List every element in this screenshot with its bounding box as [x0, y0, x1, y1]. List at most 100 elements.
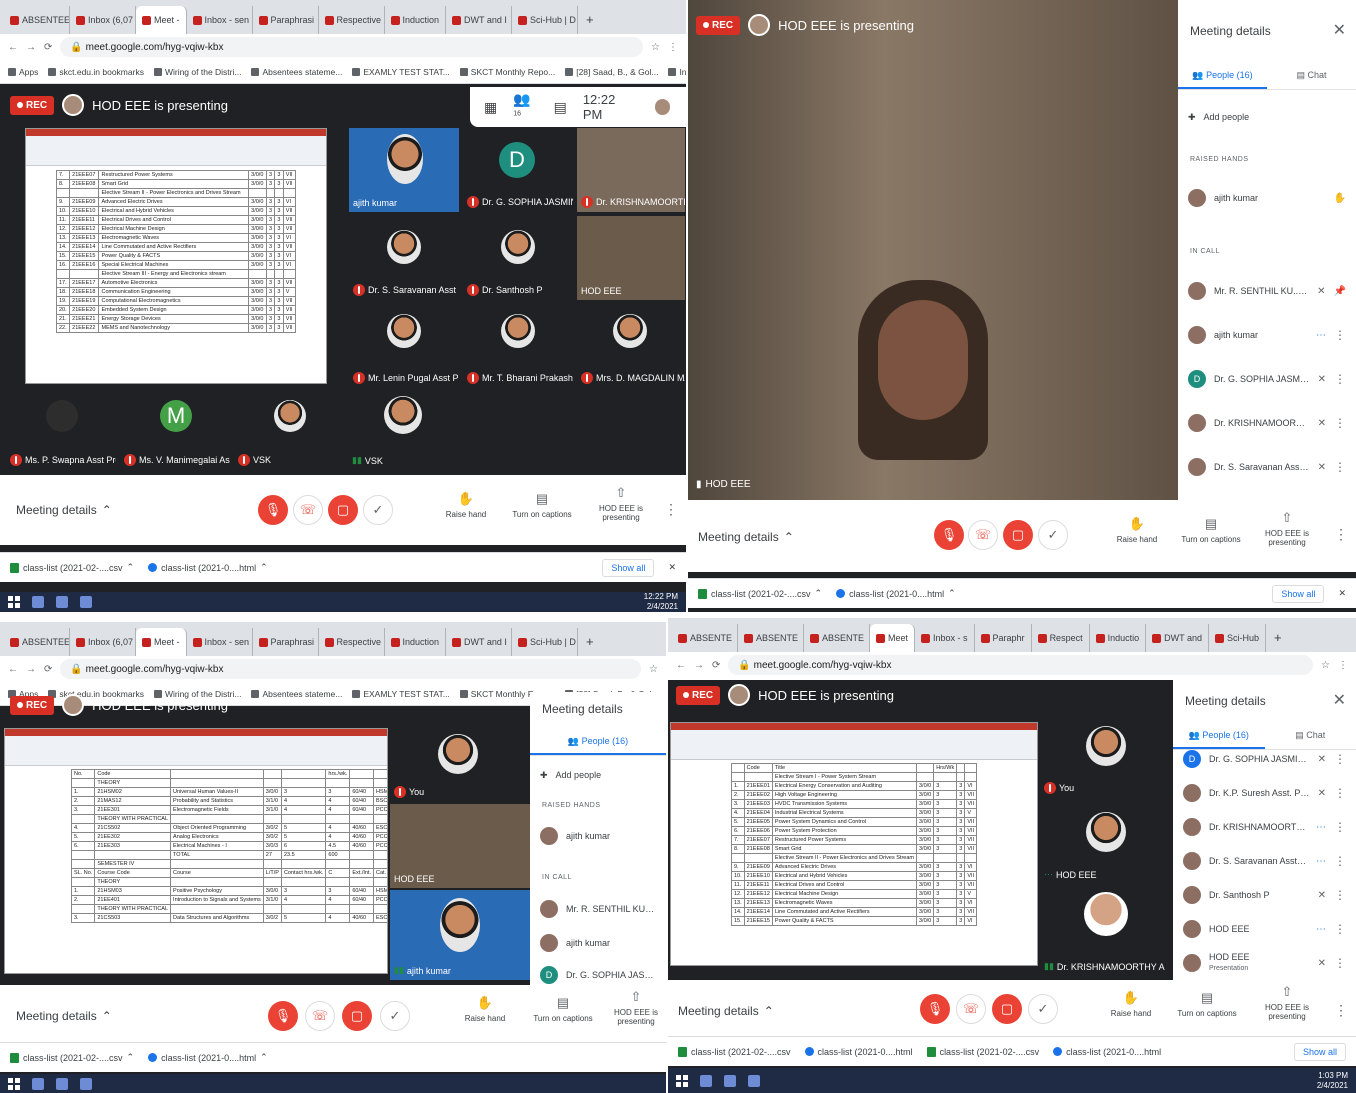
people-icon[interactable]: 👥16	[513, 91, 537, 124]
back-icon[interactable]: ←	[8, 42, 18, 53]
tile-swapna[interactable]: Ms. P. Swapna Asst Prof E...	[6, 392, 116, 470]
browser-tab[interactable]: DWT and	[1146, 624, 1209, 652]
meeting-details-button[interactable]: Meeting details ⌃	[16, 503, 112, 517]
star-icon[interactable]: ☆	[649, 664, 658, 675]
bookmark-item[interactable]: Apps	[8, 67, 38, 77]
browser-tab[interactable]: Meet -	[136, 628, 187, 656]
mic-toggle-button[interactable]: 🎙	[258, 495, 288, 525]
show-all-button[interactable]: Show all	[602, 558, 655, 577]
download-item[interactable]: class-list (2021-02-....csv ⌃	[10, 1052, 134, 1063]
menu-icon[interactable]: ⋮	[668, 42, 678, 53]
forward-icon[interactable]: →	[26, 664, 36, 675]
download-item[interactable]: class-list (2021-02-....csv	[678, 1046, 791, 1057]
reload-icon[interactable]: ⟳	[712, 660, 720, 671]
more-options-icon[interactable]: ⋮	[1334, 372, 1346, 386]
browser-tab[interactable]: Inbox (6,07	[70, 628, 136, 656]
participant-row[interactable]: DDr. G. SOPHIA JASMINE ...✕⋮	[1173, 742, 1356, 776]
participant-row[interactable]: ajith kumar	[530, 926, 666, 960]
close-icon[interactable]: ✕	[1333, 690, 1346, 710]
tile-bharani[interactable]: Mr. T. Bharani Prakash Ass...	[463, 304, 573, 388]
download-item[interactable]: class-list (2021-0....html ⌃	[836, 588, 956, 599]
participant-row[interactable]: Dr. S. Saravanan Asst Pr... ⋯ ⋮	[1173, 844, 1356, 878]
present-button[interactable]: ⇧ HOD EEE is presenting	[1252, 510, 1322, 547]
browser-tab[interactable]: Induction	[385, 628, 447, 656]
tile-manimegalai[interactable]: M Ms. V. Manimegalai Asst P...	[120, 392, 230, 470]
browser-tab[interactable]: Sci-Hub | D	[512, 628, 579, 656]
more-options-icon[interactable]: ⋮	[1334, 460, 1346, 474]
captions-button[interactable]: ▤ Turn on captions	[1176, 516, 1246, 544]
raised-hand-row[interactable]: ajith kumar	[530, 819, 666, 853]
self-avatar[interactable]	[652, 97, 672, 117]
camera-toggle-button[interactable]: ▢	[1003, 520, 1033, 550]
tab-people[interactable]: 👥 People (16)	[1178, 64, 1267, 89]
search-icon[interactable]	[700, 1074, 712, 1087]
tile-vsk-2[interactable]: ▮▮ VSK	[348, 392, 458, 470]
browser-tab[interactable]: Inbox - sen	[187, 6, 253, 34]
show-all-button[interactable]: Show all	[1272, 584, 1325, 603]
file-explorer-icon[interactable]	[56, 1077, 68, 1090]
camera-toggle-button[interactable]: ▢	[992, 994, 1022, 1024]
bookmark-item[interactable]: EXAMLY TEST STAT...	[352, 67, 450, 77]
bookmark-item[interactable]: Absentees stateme...	[251, 689, 342, 699]
browser-tab[interactable]: ABSENTE	[804, 624, 870, 652]
browser-tab[interactable]: Induction	[385, 6, 447, 34]
url-field[interactable]: 🔒 meet.google.com/hyg-vqiw-kbx	[728, 655, 1314, 675]
mic-toggle-button[interactable]: 🎙	[934, 520, 964, 550]
search-icon[interactable]	[32, 596, 44, 608]
bookmark-item[interactable]: Inbox (4,459) - sent...	[668, 67, 686, 77]
download-item[interactable]: class-list (2021-02-....csv	[926, 1046, 1039, 1057]
windows-start-icon[interactable]	[8, 596, 20, 608]
chrome-icon[interactable]	[748, 1074, 760, 1087]
add-people-button[interactable]: ✚ Add people	[530, 758, 666, 792]
browser-tab[interactable]: Respective	[319, 6, 385, 34]
more-options-icon[interactable]: ⋮	[1334, 328, 1346, 342]
download-item[interactable]: class-list (2021-02-....csv ⌃	[698, 588, 822, 599]
browser-tab[interactable]: Paraphr	[975, 624, 1032, 652]
file-explorer-icon[interactable]	[56, 596, 68, 608]
download-item[interactable]: class-list (2021-0....html	[1053, 1047, 1161, 1057]
url-field[interactable]: 🔒 meet.google.com/hyg-vqiw-kbx	[60, 37, 644, 57]
check-button[interactable]: ✓	[380, 1001, 410, 1031]
browser-tab[interactable]: Sci-Hub	[1209, 624, 1266, 652]
mic-toggle-button[interactable]: 🎙	[920, 994, 950, 1024]
participant-row[interactable]: Dr. K.P. Suresh Asst. Pro... ✕ ⋮	[1173, 776, 1356, 810]
participant-row[interactable]: Dr. KRISHNAMOORTHY A ⋯ ⋮	[1173, 810, 1356, 844]
participant-row[interactable]: DDr. G. SOPHIA JASMINE ...✕⋮	[1178, 362, 1356, 396]
tile-sophia[interactable]: D Dr. G. SOPHIA JASMINE A...	[463, 128, 573, 212]
download-item[interactable]: class-list (2021-0....html ⌃	[148, 562, 268, 573]
tile-santhosh[interactable]: Dr. Santhosh P	[463, 216, 573, 300]
participant-row[interactable]: Dr. KRISHNAMOORTHY A✕⋮	[1178, 406, 1356, 440]
more-options-icon[interactable]: ⋮	[1334, 416, 1346, 430]
hang-up-button[interactable]: ☏	[293, 495, 323, 525]
bookmark-item[interactable]: EXAMLY TEST STAT...	[352, 689, 450, 699]
bookmark-item[interactable]: Absentees stateme...	[251, 67, 342, 77]
participant-row[interactable]: HOD EEE ⋯ ⋮	[1173, 912, 1356, 946]
check-button[interactable]: ✓	[1038, 520, 1068, 550]
participant-row[interactable]: ajith kumar ⋯ ⋮	[1178, 318, 1356, 352]
participant-row[interactable]: Dr. Santhosh P ✕ ⋮	[1173, 878, 1356, 912]
add-people-button[interactable]: ✚ Add people	[1178, 100, 1356, 134]
raise-hand-button[interactable]: ✋ Raise hand	[1102, 516, 1172, 544]
hang-up-button[interactable]: ☏	[968, 520, 998, 550]
participant-row[interactable]: HOD EEE Presentation ✕ ⋮	[1173, 946, 1356, 980]
url-field[interactable]: 🔒 meet.google.com/hyg-vqiw-kbx	[60, 659, 642, 679]
raised-hand-row[interactable]: ajith kumar ✋	[1178, 181, 1356, 215]
more-options-icon[interactable]: ⋮	[1334, 854, 1346, 868]
browser-tab[interactable]: Paraphrasi	[253, 628, 319, 656]
windows-start-icon[interactable]	[8, 1077, 20, 1090]
tile-ajith[interactable]: ▮▮ ajith kumar	[390, 890, 530, 980]
menu-icon[interactable]: ⋮	[1338, 660, 1348, 671]
participant-row[interactable]: Mr. R. SENTHIL KU... (You)	[530, 892, 666, 926]
hang-up-button[interactable]: ☏	[305, 1001, 335, 1031]
browser-tab[interactable]: Respective	[319, 628, 385, 656]
more-options-icon[interactable]: ⋮	[1334, 526, 1348, 543]
more-options-icon[interactable]: ⋮	[1334, 956, 1346, 970]
pin-icon[interactable]: 📌	[1334, 286, 1346, 297]
tile-magdalin[interactable]: Mrs. D. MAGDALIN MARY ...	[577, 304, 685, 388]
present-button[interactable]: ⇧ HOD EEE is presenting	[586, 485, 656, 522]
tile-hod-eee[interactable]: HOD EEE	[390, 804, 530, 888]
browser-tab[interactable]: Meet -	[136, 6, 187, 34]
browser-tab[interactable]: Inbox (6,07	[70, 6, 136, 34]
taskbar-clock[interactable]: 1:03 PM 2/4/2021	[1317, 1071, 1348, 1091]
browser-tab[interactable]: ABSENTE	[738, 624, 804, 652]
